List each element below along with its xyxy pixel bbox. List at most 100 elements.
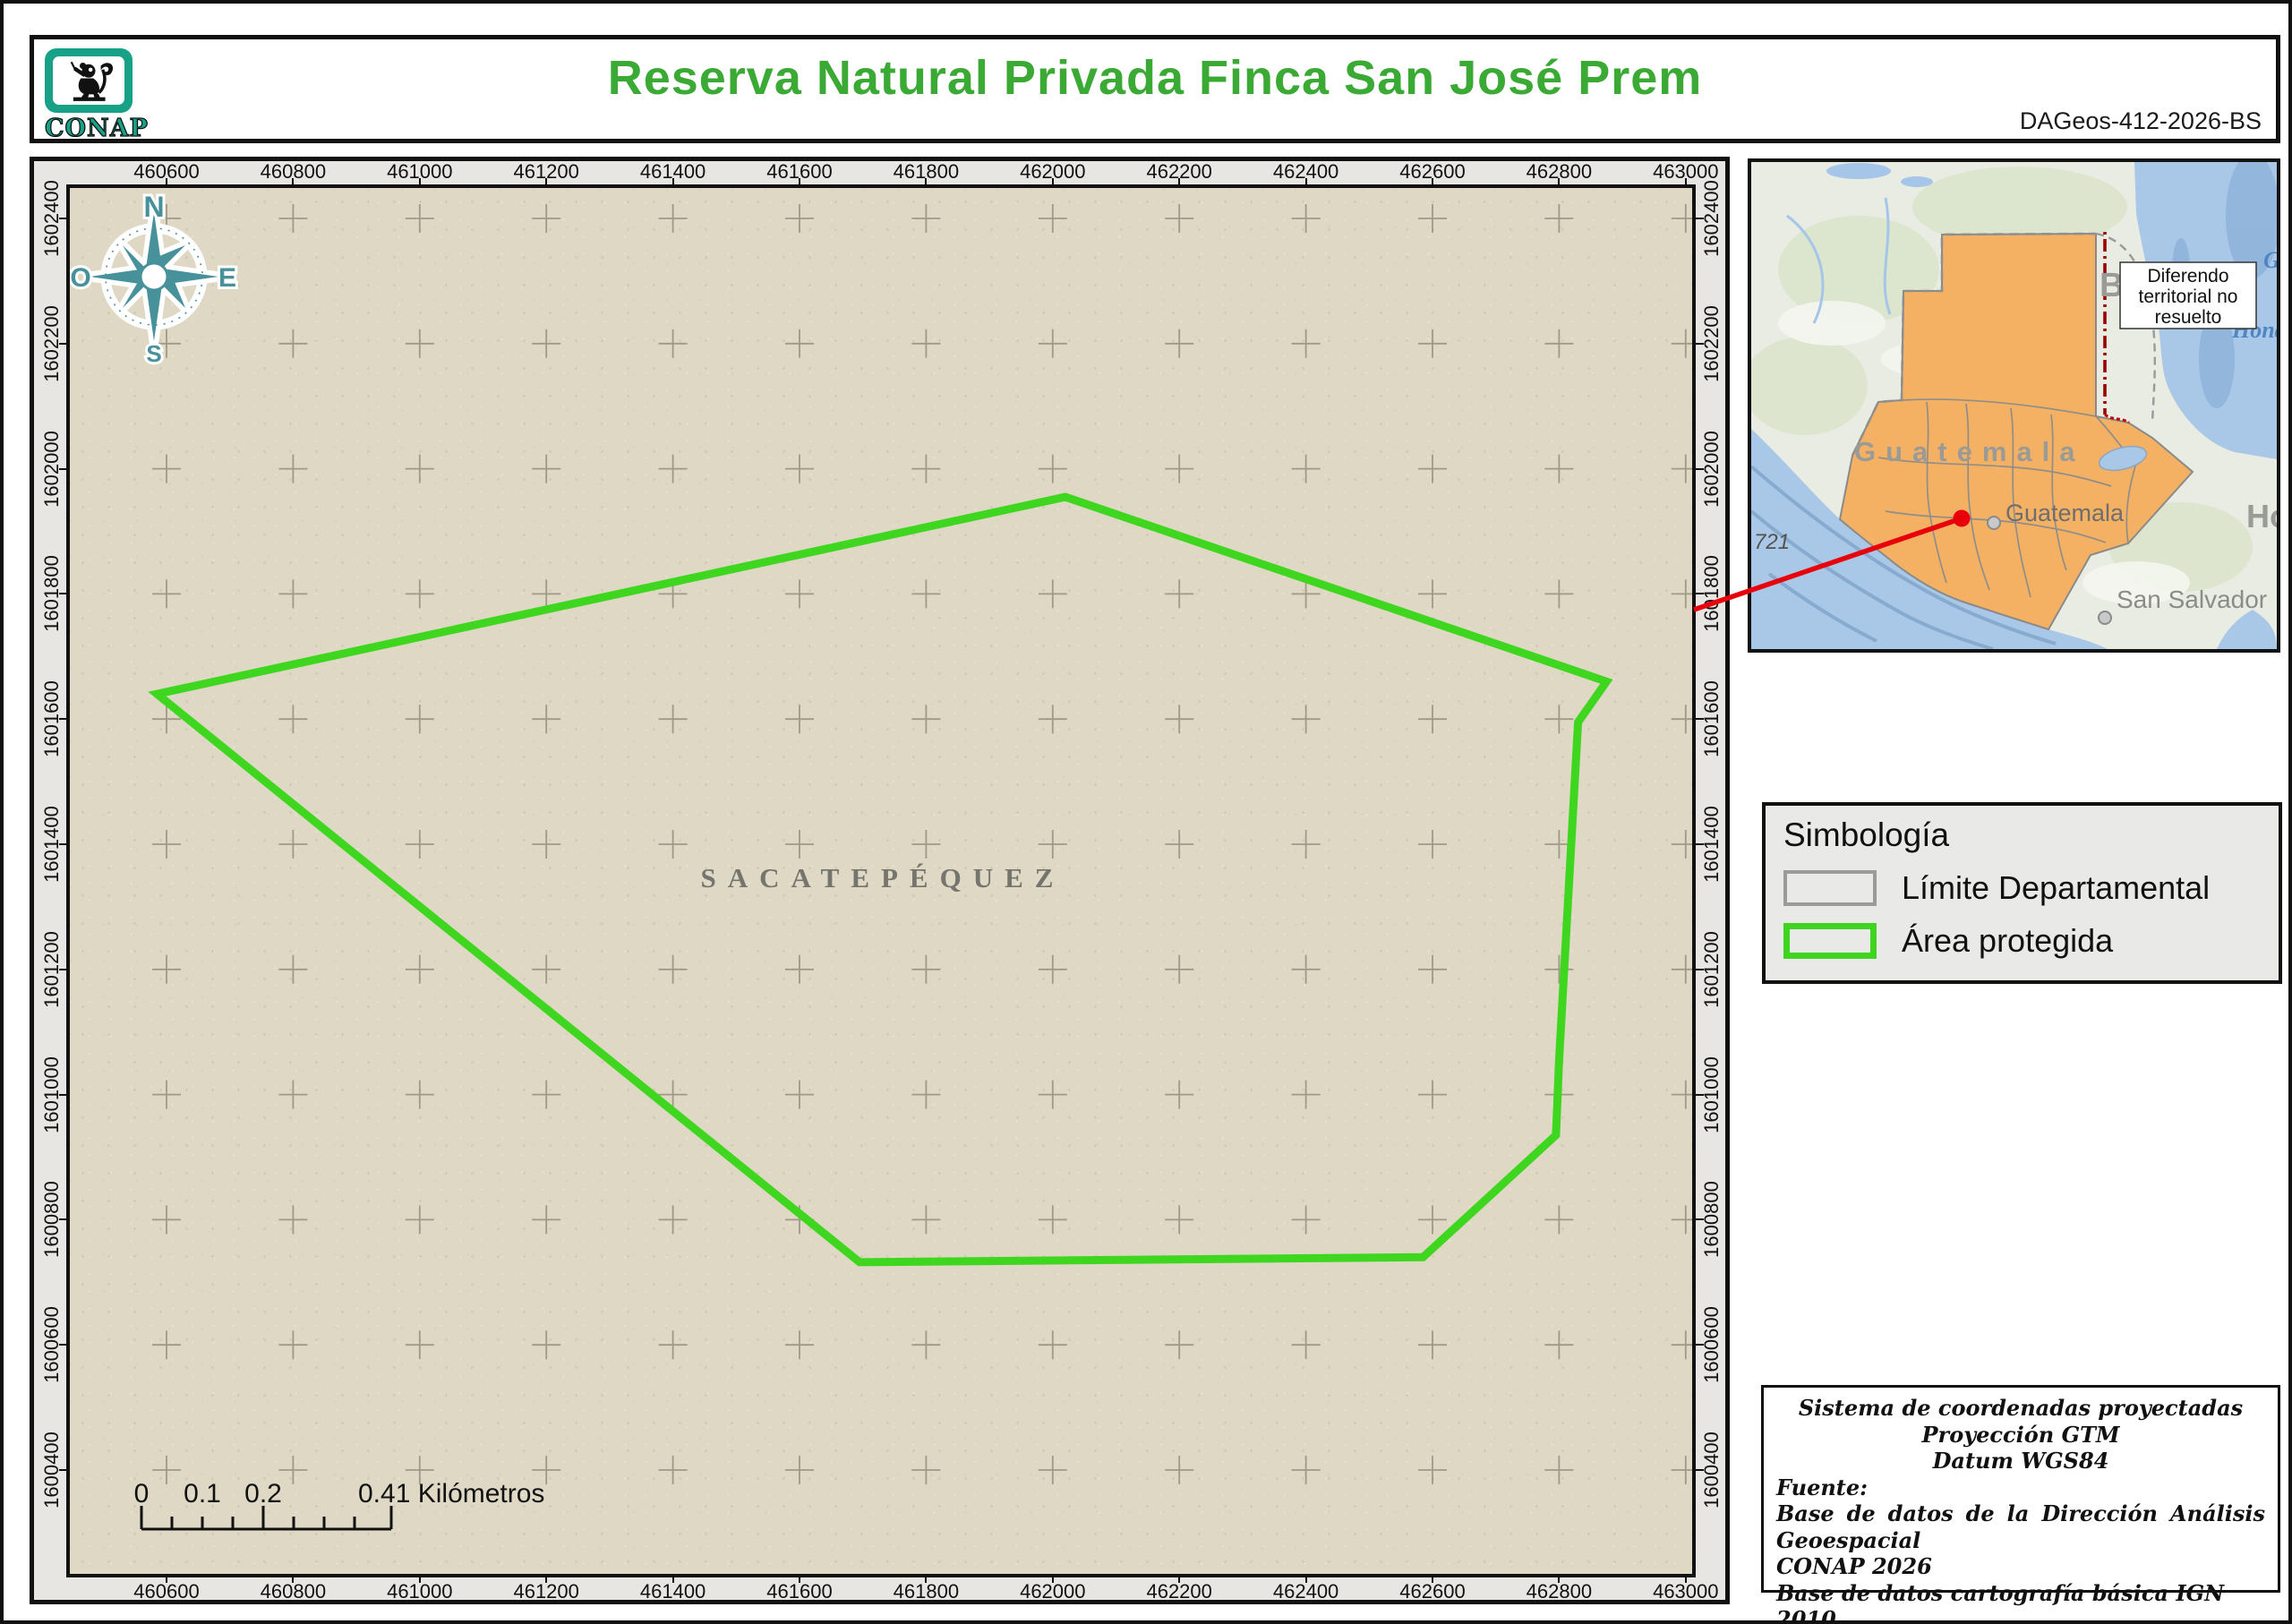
x-axis-tick (166, 178, 167, 186)
x-axis-label: 460800 (260, 1580, 327, 1603)
honduras-label: Ho (2246, 498, 2277, 534)
callout-line-3: resuelto (2155, 307, 2222, 328)
x-axis-label: 461600 (766, 1580, 833, 1603)
y-axis-tick (59, 718, 67, 721)
y-axis-tick (1696, 593, 1704, 595)
y-axis-tick (1696, 968, 1704, 970)
inset-map-graphic: B Gu Hond Guatemala Guatemala San Salvad… (1751, 162, 2277, 649)
legend-item-departmental-limit[interactable]: Límite Departamental (1783, 869, 2261, 907)
crs-line-2: Proyección GTM (1921, 1421, 2120, 1448)
departmental-limit-label: Límite Departamental (1902, 869, 2211, 906)
x-axis-label: 463000 (1653, 1580, 1719, 1603)
x-axis-tick (671, 1575, 674, 1583)
y-axis-tick (1696, 1344, 1704, 1346)
map-document-page: CONAP Reserva Natural Privada Finca San … (0, 0, 2292, 1624)
x-axis-tick (1051, 178, 1054, 186)
x-axis-tick (1558, 178, 1561, 186)
y-axis-tick (59, 1093, 67, 1096)
territorial-dispute-callout: Diferendo territorial no resuelto (2119, 261, 2257, 329)
x-axis-tick (1684, 178, 1687, 186)
compass-north-label: N (143, 191, 164, 223)
scale-tick-label: 0 (134, 1479, 150, 1509)
x-axis-label: 460600 (133, 1580, 200, 1603)
y-axis-tick (59, 218, 67, 219)
capital-city-label: Guatemala (2006, 500, 2125, 526)
compass-rose-icon: N S E O (70, 188, 239, 370)
callout-line-1: Diferendo (2147, 266, 2228, 286)
y-axis-tick (59, 968, 67, 970)
coordinate-system-box: Sistema de coordenadas proyectadas Proye… (1761, 1385, 2280, 1620)
x-axis-tick (166, 1575, 167, 1583)
y-axis-tick (59, 593, 67, 595)
x-axis-tick (925, 1575, 928, 1583)
header: CONAP Reserva Natural Privada Finca San … (30, 35, 2280, 143)
x-axis-tick (1304, 1575, 1307, 1583)
x-axis-tick (799, 1575, 800, 1583)
y-axis-tick (59, 342, 67, 345)
inset-locator-map[interactable]: B Gu Hond Guatemala Guatemala San Salvad… (1748, 158, 2280, 653)
compass-east-label: E (218, 263, 236, 293)
x-axis-tick (799, 178, 800, 186)
y-axis-tick (59, 1218, 67, 1221)
x-axis-label: 461200 (513, 1580, 579, 1603)
x-axis-tick (292, 178, 295, 186)
x-axis-tick (418, 1575, 421, 1583)
x-axis-label: 462800 (1526, 1580, 1593, 1603)
source-line-3: Base de datos cartografía básica IGN 201… (1776, 1579, 2225, 1624)
crs-line-1: Sistema de coordenadas proyectadas (1798, 1395, 2244, 1421)
y-axis-tick (59, 1344, 67, 1346)
x-axis-tick (1051, 1575, 1054, 1583)
grid-crosses (152, 204, 1692, 1484)
x-axis-tick (1432, 1575, 1433, 1583)
protected-area-label: Área protegida (1902, 922, 2114, 959)
x-axis-tick (1178, 1575, 1181, 1583)
x-axis-label: 461400 (639, 1580, 706, 1603)
x-axis-tick (545, 178, 548, 186)
x-axis-label: 462600 (1399, 1580, 1466, 1603)
y-axis-tick (1696, 467, 1704, 470)
departmental-limit-swatch (1783, 870, 1877, 906)
document-code: DAGeos-412-2026-BS (2019, 107, 2262, 134)
x-axis-tick (671, 178, 674, 186)
conap-logo-text: CONAP (44, 114, 149, 142)
callout-line-2: territorial no (2139, 286, 2238, 307)
road-721-label: 721 (1754, 530, 1790, 554)
compass-west-label: O (70, 263, 90, 293)
x-axis-tick (1304, 178, 1307, 186)
x-axis-tick (1432, 178, 1433, 186)
x-axis-label: 462000 (1020, 1580, 1086, 1603)
y-axis-tick (59, 1469, 67, 1471)
x-axis-tick (1178, 178, 1181, 186)
country-label: Guatemala (1854, 436, 2085, 467)
x-axis-tick (545, 1575, 548, 1583)
source-line-2: CONAP 2026 (1776, 1553, 1932, 1580)
y-axis-tick (1696, 218, 1704, 219)
x-axis-label: 462400 (1272, 1580, 1339, 1603)
y-axis-tick (59, 467, 67, 470)
source-label: Fuente: (1776, 1474, 1868, 1500)
compass-south-label: S (146, 340, 161, 367)
y-axis-tick (1696, 843, 1704, 845)
x-axis-tick (1558, 1575, 1561, 1583)
scale-bar: 0 0.1 0.2 0.41 Kilómetros (134, 1479, 544, 1531)
legend-item-protected-area[interactable]: Área protegida (1783, 922, 2261, 960)
source-line-1: Base de datos de la Dirección Análisis G… (1776, 1500, 2265, 1553)
x-axis-tick (1684, 1575, 1687, 1583)
department-name-label: SACATEPÉQUEZ (700, 862, 1065, 893)
y-axis-tick (59, 843, 67, 845)
scale-end-label: 0.41 Kilómetros (358, 1479, 544, 1509)
san-salvador-label: San Salvador (2117, 585, 2267, 613)
scale-tick-label: 0.2 (244, 1479, 282, 1509)
y-axis-tick (1696, 1093, 1704, 1096)
crs-line-3: Datum WGS84 (1932, 1448, 2109, 1474)
x-axis-tick (418, 178, 421, 186)
sea-label-1: Gu (2263, 247, 2277, 273)
protected-area-swatch (1783, 923, 1877, 959)
page-title: Reserva Natural Privada Finca San José P… (607, 51, 1703, 105)
legend-title: Simbología (1783, 816, 1950, 853)
scale-tick-label: 0.1 (184, 1479, 221, 1509)
main-map-canvas[interactable]: N S E O SACATEPÉQUEZ 0 0.1 0.2 0.41 Kiló… (66, 184, 1696, 1577)
x-axis-tick (925, 178, 928, 186)
x-axis-tick (292, 1575, 295, 1583)
x-axis-label: 461800 (893, 1580, 960, 1603)
